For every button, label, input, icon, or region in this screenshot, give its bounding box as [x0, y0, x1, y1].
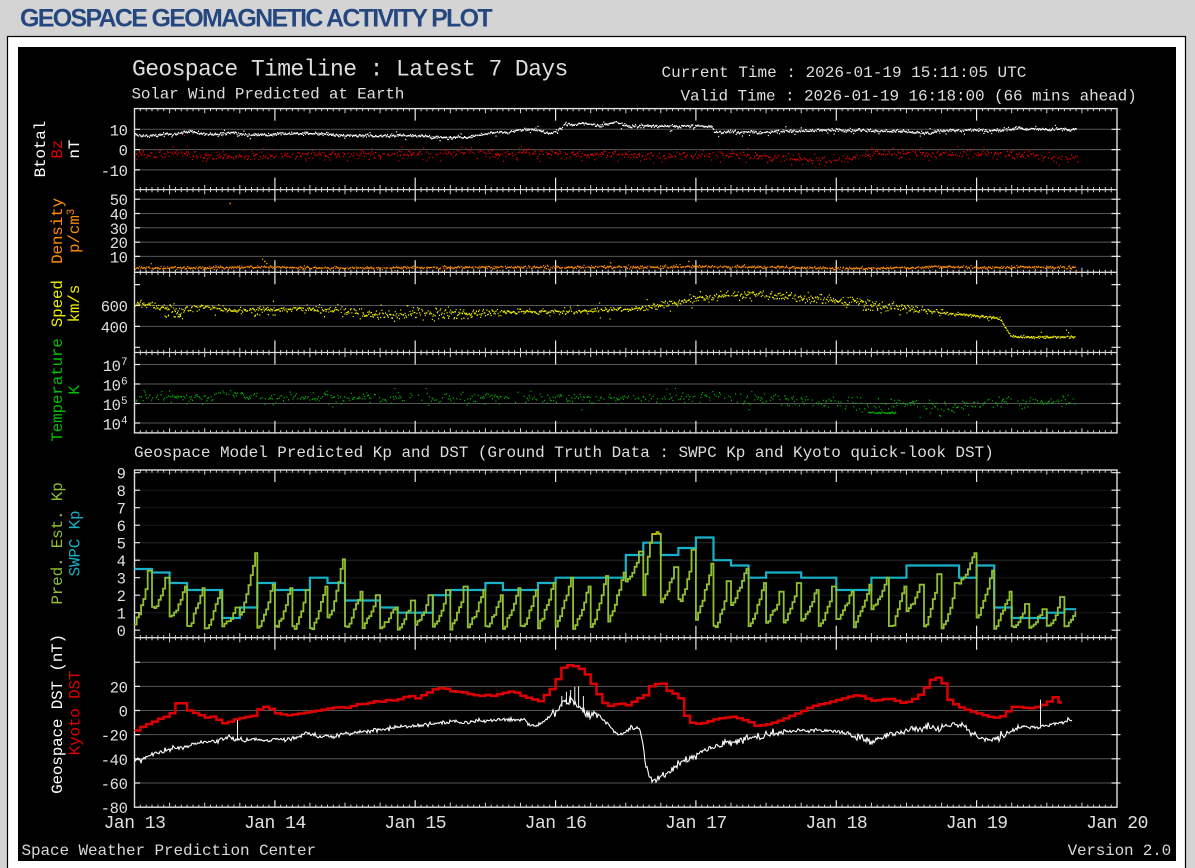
svg-text:Geospace Model Predicted Kp an: Geospace Model Predicted Kp and DST (Gro… — [134, 444, 994, 462]
svg-text:6: 6 — [121, 377, 128, 389]
svg-text:4: 4 — [117, 553, 126, 571]
svg-text:6: 6 — [117, 518, 126, 536]
svg-text:Jan 17: Jan 17 — [665, 814, 727, 834]
svg-text:Temperature: Temperature — [49, 338, 67, 441]
svg-text:Valid Time : 2026-01-19 16:18:: Valid Time : 2026-01-19 16:18:00 (66 min… — [681, 88, 1137, 106]
svg-text:Jan 18: Jan 18 — [805, 814, 867, 834]
svg-text:10: 10 — [103, 358, 121, 376]
svg-text:Btotal: Btotal — [32, 121, 50, 177]
svg-text:-40: -40 — [101, 752, 128, 770]
svg-text:5: 5 — [121, 396, 128, 408]
svg-text:0: 0 — [117, 623, 126, 641]
svg-text:km/s: km/s — [66, 285, 84, 323]
svg-text:10: 10 — [110, 122, 128, 140]
svg-text:Jan 13: Jan 13 — [104, 814, 166, 834]
svg-text:Current Time : 2026-01-19 15:1: Current Time : 2026-01-19 15:11:05 UTC — [662, 64, 1027, 82]
svg-text:400: 400 — [101, 319, 128, 337]
svg-text:10: 10 — [103, 417, 121, 435]
svg-text:-60: -60 — [101, 776, 128, 794]
svg-text:Kyoto DST: Kyoto DST — [67, 671, 85, 756]
svg-text:Space Weather Prediction Cente: Space Weather Prediction Center — [22, 842, 317, 860]
svg-text:4: 4 — [121, 416, 128, 428]
svg-text:Jan 16: Jan 16 — [525, 814, 587, 834]
svg-text:9: 9 — [117, 466, 126, 484]
svg-text:Solar Wind Predicted at Earth: Solar Wind Predicted at Earth — [132, 86, 405, 104]
svg-text:7: 7 — [121, 357, 128, 369]
svg-text:10: 10 — [103, 378, 121, 396]
svg-text:nT: nT — [66, 140, 84, 159]
svg-text:Jan 15: Jan 15 — [384, 814, 446, 834]
svg-text:0: 0 — [119, 704, 128, 722]
svg-text:Geospace DST (nT): Geospace DST (nT) — [49, 634, 67, 794]
svg-text:5: 5 — [117, 536, 126, 554]
svg-text:Speed: Speed — [49, 280, 67, 327]
svg-text:K: K — [66, 385, 84, 395]
svg-text:Bz: Bz — [49, 140, 67, 159]
svg-text:10: 10 — [110, 249, 128, 267]
svg-text:20: 20 — [110, 679, 128, 697]
svg-text:2: 2 — [117, 588, 126, 606]
svg-text:7: 7 — [117, 501, 126, 519]
svg-text:Jan 20: Jan 20 — [1086, 814, 1148, 834]
svg-text:-10: -10 — [101, 163, 128, 181]
svg-text:p/cm3: p/cm3 — [66, 209, 84, 253]
svg-text:Jan 19: Jan 19 — [946, 814, 1008, 834]
svg-text:Geospace Timeline : Latest 7 D: Geospace Timeline : Latest 7 Days — [132, 57, 568, 83]
svg-text:GEOSPACE GEOMAGNETIC ACTIVITY: GEOSPACE GEOMAGNETIC ACTIVITY PLOT — [20, 5, 492, 33]
svg-text:SWPC Kp: SWPC Kp — [67, 511, 85, 577]
svg-text:Density: Density — [49, 197, 67, 263]
svg-text:10: 10 — [103, 397, 121, 415]
svg-text:3: 3 — [117, 571, 126, 589]
svg-text:8: 8 — [117, 483, 126, 501]
svg-text:Version 2.0: Version 2.0 — [1068, 842, 1171, 860]
svg-text:600: 600 — [101, 299, 128, 317]
svg-text:Jan 14: Jan 14 — [244, 814, 306, 834]
svg-text:0: 0 — [119, 143, 128, 161]
svg-text:1: 1 — [117, 606, 126, 624]
svg-text:-20: -20 — [101, 728, 128, 746]
svg-text:Pred. Est. Kp: Pred. Est. Kp — [49, 482, 67, 604]
